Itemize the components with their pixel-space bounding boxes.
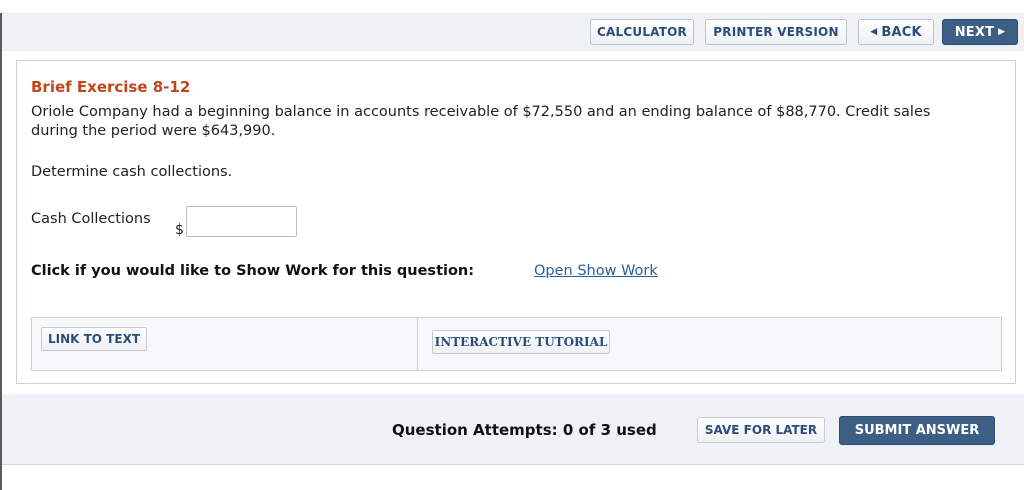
question-card: Brief Exercise 8-12 Oriole Company had a… <box>16 60 1016 384</box>
back-button-label: BACK <box>881 24 922 40</box>
currency-symbol: $ <box>175 222 184 238</box>
resources-cell-left: LINK TO TEXT <box>32 318 418 370</box>
question-attempts: Question Attempts: 0 of 3 used <box>392 421 657 439</box>
interactive-tutorial-button[interactable]: INTERACTIVE TUTORIAL <box>432 330 610 354</box>
back-button[interactable]: ◀ BACK <box>858 19 934 45</box>
resources-panel: LINK TO TEXT INTERACTIVE TUTORIAL <box>31 317 1002 371</box>
chevron-right-icon: ▶ <box>998 26 1006 37</box>
resources-cell-right: INTERACTIVE TUTORIAL <box>418 318 1001 370</box>
show-work-prompt: Click if you would like to Show Work for… <box>31 263 475 279</box>
link-to-text-label: LINK TO TEXT <box>47 332 140 346</box>
cash-collections-label: Cash Collections <box>31 211 151 227</box>
next-button[interactable]: NEXT ▶ <box>942 19 1018 45</box>
top-toolbar: CALCULATOR PRINTER VERSION ◀ BACK NEXT ▶ <box>2 13 1024 51</box>
chevron-left-icon: ◀ <box>870 26 878 37</box>
submit-answer-label: SUBMIT ANSWER <box>854 423 980 438</box>
next-button-label: NEXT <box>954 24 995 40</box>
save-for-later-label: SAVE FOR LATER <box>704 423 818 437</box>
calculator-button-label: CALCULATOR <box>597 25 687 39</box>
open-show-work-link[interactable]: Open Show Work <box>534 263 658 279</box>
printer-version-button-label: PRINTER VERSION <box>713 25 839 39</box>
exercise-title: Brief Exercise 8-12 <box>31 78 191 96</box>
calculator-button[interactable]: CALCULATOR <box>590 19 694 45</box>
printer-version-button[interactable]: PRINTER VERSION <box>705 19 847 45</box>
submit-answer-button[interactable]: SUBMIT ANSWER <box>839 416 995 445</box>
exercise-instruction: Determine cash collections. <box>31 164 233 180</box>
bottom-divider <box>2 464 1024 465</box>
cash-collections-input[interactable] <box>186 206 297 237</box>
interactive-tutorial-label: INTERACTIVE TUTORIAL <box>434 335 608 349</box>
save-for-later-button[interactable]: SAVE FOR LATER <box>697 417 825 443</box>
link-to-text-button[interactable]: LINK TO TEXT <box>41 327 147 351</box>
exercise-body: Oriole Company had a beginning balance i… <box>31 104 931 139</box>
